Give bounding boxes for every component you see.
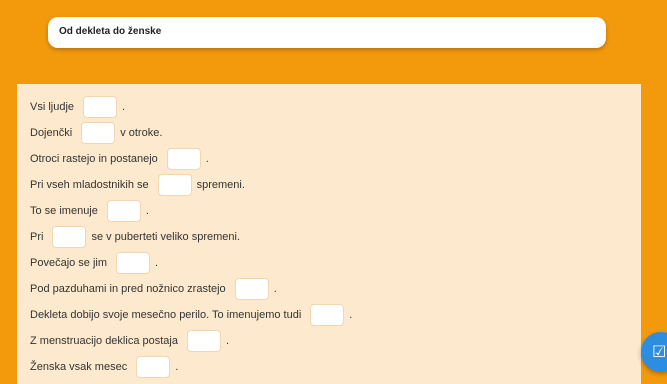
sentence-text: Ženska vsak mesec: [30, 361, 128, 373]
sentence-line: Vsi ljudje .: [30, 95, 130, 119]
sentence-text: .: [349, 309, 353, 321]
answer-input[interactable]: [234, 278, 269, 300]
answer-input[interactable]: [310, 304, 345, 326]
sentence-text: .: [155, 257, 159, 269]
sentence-text: Vsi ljudje: [30, 101, 75, 113]
sentence-text: Otroci rastejo in postanejo: [30, 153, 158, 165]
page-title: Od dekleta do ženske: [59, 26, 162, 37]
title-bar: Od dekleta do ženske: [48, 17, 606, 48]
check-square-icon: ☑: [652, 342, 667, 361]
sentence-line: Otroci rastejo in postanejo .: [30, 147, 214, 171]
sentence-line: To se imenuje .: [30, 199, 154, 223]
sentence-text: To se imenuje: [30, 205, 98, 217]
answer-input[interactable]: [157, 174, 192, 196]
sentence-line: Pri se v puberteti veliko spremeni.: [30, 225, 245, 249]
sentence-line: Povečajo se jim .: [30, 251, 163, 275]
sentence-line: Pod pazduhami in pred nožnico zrastejo .: [30, 277, 282, 301]
sentence-text: Pri vseh mladostnikih se: [30, 179, 149, 191]
answer-input[interactable]: [81, 122, 116, 144]
sentence-text: spremeni.: [196, 179, 245, 191]
sentence-line: Z menstruacijo deklica postaja .: [30, 329, 234, 353]
sentence-text: .: [145, 205, 149, 217]
sentence-text: .: [225, 335, 230, 347]
sentence-line: Pri vseh mladostnikih se spremeni.: [30, 173, 250, 197]
sentence-text: Pri: [30, 231, 44, 243]
answer-input[interactable]: [106, 200, 141, 222]
sentence-line: Dekleta dobijo svoje mesečno perilo. To …: [30, 303, 357, 327]
check-button[interactable]: ☑: [641, 332, 667, 372]
sentence-line: Ženska vsak mesec .: [30, 355, 183, 379]
sentence-text: Pod pazduhami in pred nožnico zrastejo: [30, 283, 226, 295]
sentence-text: se v puberteti veliko spremeni.: [91, 231, 241, 243]
sentence-text: v otroke.: [120, 127, 163, 139]
sentence-line: Dojenčki v otroke.: [30, 121, 167, 145]
answer-input[interactable]: [186, 330, 221, 352]
answer-input[interactable]: [166, 148, 201, 170]
sentence-text: Dekleta dobijo svoje mesečno perilo. To …: [30, 309, 302, 321]
sentence-text: .: [175, 361, 179, 373]
answer-input[interactable]: [136, 356, 171, 378]
sentence-text: .: [273, 283, 277, 295]
answer-input[interactable]: [116, 252, 151, 274]
sentence-text: .: [122, 101, 126, 113]
answer-input[interactable]: [52, 226, 87, 248]
sentence-text: .: [205, 153, 209, 165]
answer-input[interactable]: [83, 96, 118, 118]
sentence-text: Dojenčki: [30, 127, 73, 139]
exercise-panel: Vsi ljudje . Dojenčki v otroke. Otroci r…: [17, 84, 641, 384]
sentence-text: Z menstruacijo deklica postaja: [30, 335, 178, 347]
sentence-text: Povečajo se jim: [30, 257, 108, 269]
